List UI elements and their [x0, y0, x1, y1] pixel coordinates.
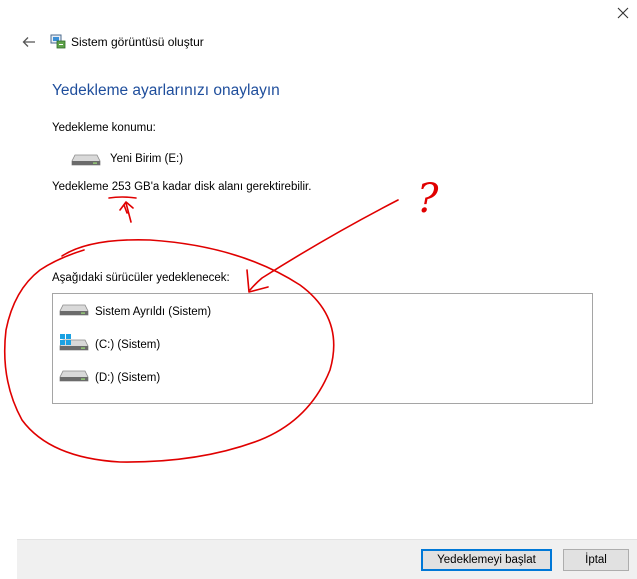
drive-label: Sistem Ayrıldı (Sistem): [95, 306, 212, 318]
windows-drive-icon: [59, 333, 89, 357]
list-item[interactable]: (C:) (Sistem): [59, 333, 161, 357]
backup-app-icon: [50, 33, 66, 49]
start-backup-button[interactable]: Yedeklemeyi başlat: [421, 549, 552, 571]
drives-list-label: Aşağıdaki sürücüler yedeklenecek:: [52, 272, 230, 284]
underline-mark: [108, 196, 137, 199]
drive-label: (D:) (Sistem): [95, 372, 161, 384]
window-title: Sistem görüntüsü oluştur: [71, 35, 204, 49]
drive-list[interactable]: Sistem Ayrıldı (Sistem) (C:) (Sistem) (D…: [52, 293, 593, 404]
drive-icon: [59, 369, 89, 388]
list-item[interactable]: (D:) (Sistem): [59, 368, 160, 388]
question-mark: ?: [417, 176, 439, 222]
up-arrow-mark: [119, 201, 134, 223]
arrowhead-mark: [246, 269, 269, 293]
space-suffix: 'a kadar disk alanı gerektirebilir.: [150, 181, 312, 193]
drive-icon: [71, 153, 101, 172]
back-arrow-icon: [22, 37, 35, 47]
pointer-arrow-mark: [249, 199, 399, 291]
list-item[interactable]: Sistem Ayrıldı (Sistem): [59, 302, 211, 322]
destination-drive-name: Yeni Birim (E:): [110, 153, 184, 165]
close-button[interactable]: [608, 0, 637, 26]
cancel-button[interactable]: İptal: [563, 549, 629, 571]
close-icon: [617, 7, 628, 19]
page-heading: Yedekleme ayarlarınızı onaylayın: [52, 82, 280, 99]
space-required-text: Yedekleme 253 GB'a kadar disk alanı gere…: [52, 181, 311, 193]
drive-label: (C:) (Sistem): [95, 339, 161, 351]
back-button[interactable]: [17, 32, 41, 52]
space-prefix: Yedekleme: [52, 181, 112, 193]
drive-icon: [59, 303, 89, 322]
space-amount: 253 GB: [111, 181, 151, 193]
backup-location-label: Yedekleme konumu:: [52, 122, 156, 134]
